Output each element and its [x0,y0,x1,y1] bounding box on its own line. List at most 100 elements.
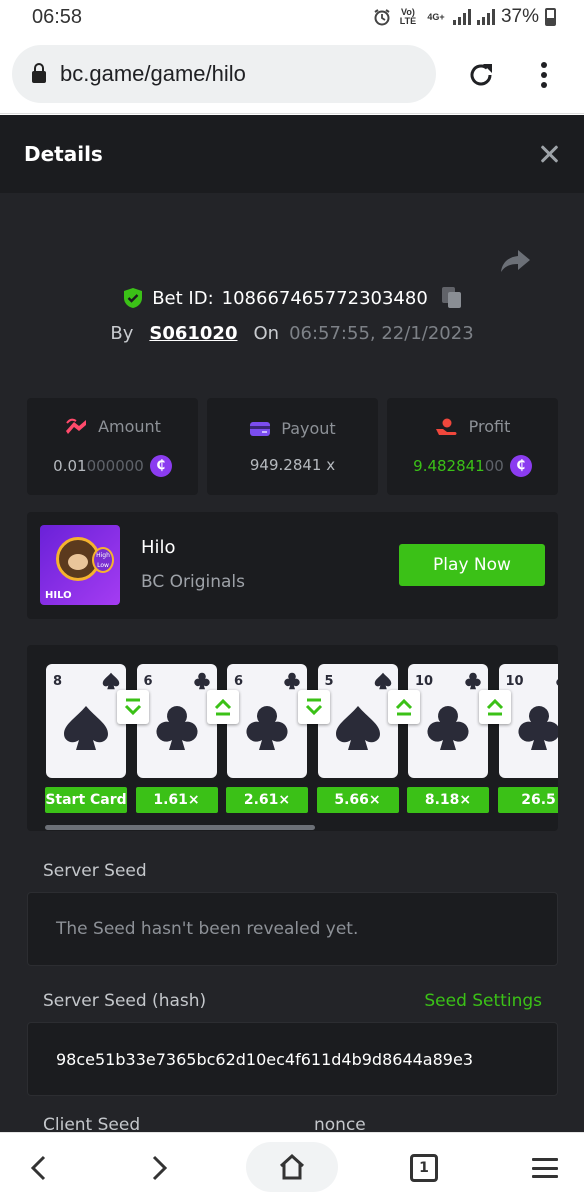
copy-icon[interactable] [441,287,462,309]
club-suit-icon [155,706,198,750]
back-icon[interactable] [28,1155,50,1181]
profit-label: Profit [468,417,511,436]
home-button[interactable] [246,1142,338,1192]
modal-header: Details [0,115,584,193]
higher-arrow-icon [388,690,420,724]
game-card: High Low HILO Hilo BC Originals Play Now [27,512,558,619]
tab-switcher-button[interactable]: 1 [410,1154,438,1182]
amount-label: Amount [98,417,161,436]
bet-stats: Amount 0.01000000 ₵ Payout 949.2841 x Pr… [27,398,558,495]
playing-card: 10 [408,664,488,778]
bet-id-row: Bet ID: 108667465772303480 [0,287,584,309]
profit-stat: Profit 9.48284100 ₵ [387,398,558,495]
cards-history: 8 Start Card 6 1.61× 6 2.61× 5 5.66× 10 8.18× 10 26… [27,645,558,831]
card-rank: 10 [415,674,434,689]
browser-bottom-nav: 1 [0,1132,584,1200]
spade-suit-icon [374,672,391,690]
username-link[interactable]: S061020 [149,323,237,344]
verified-shield-icon [124,288,143,308]
card-rank: 6 [234,674,244,689]
card-rank: 10 [505,674,524,689]
club-suit-icon [427,706,469,750]
high-low-badge: High Low [92,547,114,573]
bet-id-value: 108667465772303480 [221,287,428,309]
amount-icon [66,418,87,434]
alarm-icon [374,9,390,26]
payout-card-icon [250,421,271,436]
spade-suit-icon [102,672,120,690]
server-seed-value: The Seed hasn't been revealed yet. [56,919,359,939]
bet-meta-row: By S061020 On 06:57:55, 22/1/2023 [0,323,584,344]
more-menu-icon[interactable] [536,60,552,90]
club-suit-icon [193,672,210,690]
close-icon[interactable] [538,143,560,165]
nonce-label: nonce [314,1115,366,1132]
card-multiplier: Start Card [45,787,127,813]
reload-icon[interactable] [466,60,496,90]
seed-settings-link[interactable]: Seed Settings [424,991,542,1011]
payout-label: Payout [281,419,336,438]
volte-indicator: Vo) LTE [399,7,417,26]
playing-card: 5 [317,664,398,778]
higher-arrow-icon [478,690,511,724]
forward-icon[interactable] [148,1155,170,1181]
playing-card: 6 [227,664,307,778]
browser-toolbar: bc.game/game/hilo [0,36,584,114]
coin-icon: ₵ [149,454,172,477]
server-seed-box: The Seed hasn't been revealed yet. [27,892,558,966]
play-now-button[interactable]: Play Now [399,544,545,586]
lock-icon [32,63,46,83]
card-rank: 8 [53,674,63,689]
home-icon [279,1153,305,1180]
battery-percent: 37% [500,6,539,27]
coin-icon: ₵ [509,454,532,477]
bet-id-label: Bet ID: [152,287,214,309]
lower-arrow-icon [297,690,330,724]
amount-value-dim: 000000 [86,456,144,475]
spade-suit-icon [64,706,108,750]
card-multiplier: 26.5 [497,787,558,813]
server-seed-hash-box: 98ce51b33e7365bc62d10ec4f611d4b9d8644a89… [27,1022,558,1096]
club-suit-icon [555,679,558,686]
signal-1-icon [452,9,471,25]
playing-card: 8 [46,664,126,778]
higher-arrow-icon [207,690,239,724]
network-type-indicator: 4G+ [427,11,445,22]
payout-stat: Payout 949.2841 x [207,398,378,495]
battery-icon [545,8,556,26]
card-rank: 5 [324,674,334,689]
card-rank: 6 [143,674,153,689]
card-multiplier: 2.61× [226,787,308,813]
address-bar[interactable]: bc.game/game/hilo [12,45,436,103]
details-modal: Details Bet ID: 108667465772303480 By S0… [0,115,584,1132]
card-multiplier: 1.61× [135,787,218,813]
bet-datetime: 06:57:55, 22/1/2023 [289,323,474,344]
menu-icon[interactable] [532,1158,558,1178]
status-bar: 06:58 Vo) LTE 4G+ 37% [0,0,584,36]
status-icons: Vo) LTE 4G+ 37% [373,6,556,28]
club-suit-icon [284,672,300,690]
cards-scrollbar[interactable] [45,825,315,830]
card-multiplier: 8.18× [407,787,489,813]
amount-stat: Amount 0.01000000 ₵ [27,398,198,495]
server-seed-hash-value: 98ce51b33e7365bc62d10ec4f611d4b9d8644a89… [56,1049,473,1069]
playing-card: 6 [136,664,217,778]
card-multiplier: 5.66× [316,787,399,813]
modal-title: Details [24,142,103,166]
client-seed-label: Client Seed [43,1115,141,1132]
server-seed-label: Server Seed [43,861,147,881]
share-icon[interactable] [500,248,532,274]
amount-value-main: 0.01 [53,456,87,475]
on-label: On [253,323,280,344]
club-suit-icon [465,672,481,690]
lower-arrow-icon [116,690,149,724]
server-seed-hash-label: Server Seed (hash) [43,991,207,1011]
status-time: 06:58 [32,6,83,28]
payout-value: 949.2841 x [249,456,336,474]
thumbnail-label: HILO [45,590,72,601]
profit-value-main: 9.482841 [413,456,485,475]
spade-suit-icon [335,706,380,750]
profit-hand-icon [435,418,457,435]
game-thumbnail[interactable]: High Low HILO [40,525,120,605]
club-suit-icon [517,706,558,750]
